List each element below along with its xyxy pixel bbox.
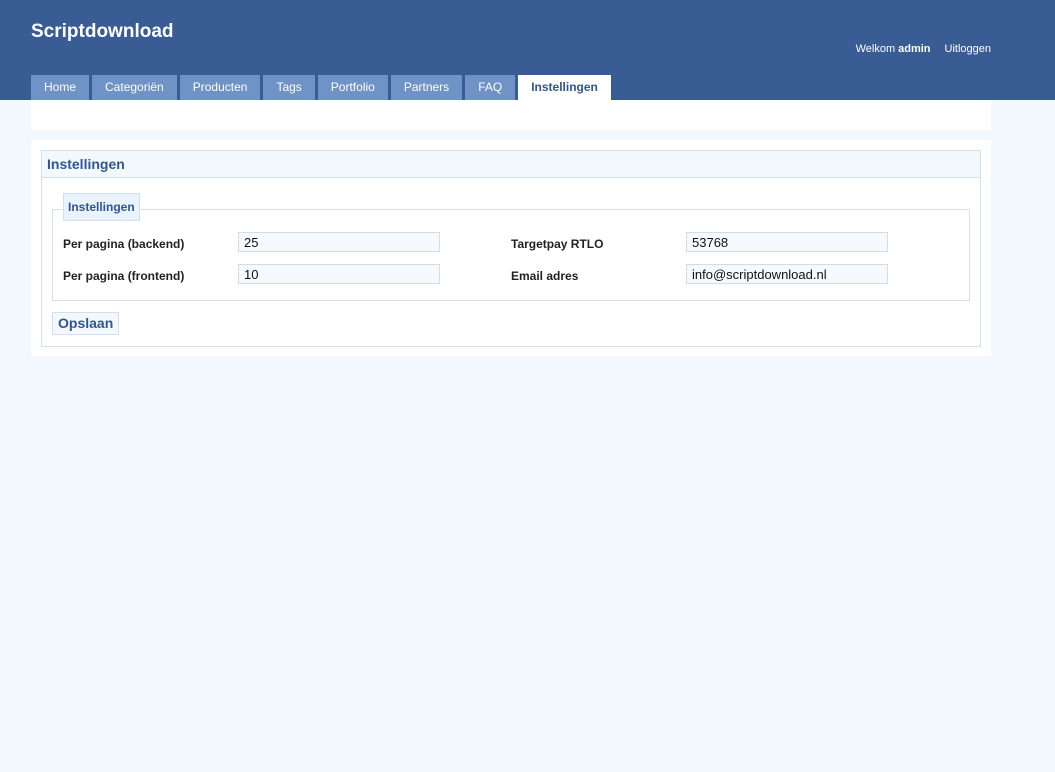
- per-page-backend-label: Per pagina (backend): [63, 237, 185, 251]
- per-page-backend-input[interactable]: [238, 232, 440, 252]
- tab-partners[interactable]: Partners: [390, 75, 463, 100]
- welcome-label: Welkom: [855, 43, 896, 55]
- tab-faq[interactable]: FAQ: [465, 75, 516, 100]
- email-address-label: Email adres: [511, 269, 579, 283]
- tab-portfolio[interactable]: Portfolio: [317, 75, 388, 100]
- content-area: Instellingen Instellingen Per pagina (ba…: [31, 140, 991, 356]
- tab-instellingen[interactable]: Instellingen: [518, 75, 611, 100]
- tab-categorien[interactable]: Categoriën: [92, 75, 177, 100]
- tab-tags[interactable]: Tags: [263, 75, 315, 100]
- per-page-frontend-label: Per pagina (frontend): [63, 269, 185, 283]
- user-area: Welkom admin Uitloggen: [856, 43, 991, 55]
- settings-fieldset: Instellingen Per pagina (backend) Per pa…: [52, 193, 970, 301]
- username: admin: [898, 43, 931, 55]
- main-nav-tabs: Home Categoriën Producten Tags Portfolio…: [31, 75, 614, 100]
- sub-navigation-bar: [31, 100, 991, 130]
- email-address-input[interactable]: [686, 264, 888, 284]
- targetpay-rtlo-label: Targetpay RTLO: [511, 237, 604, 251]
- save-button[interactable]: Opslaan: [52, 312, 120, 335]
- settings-panel: Instellingen Instellingen Per pagina (ba…: [41, 150, 981, 347]
- panel-title: Instellingen: [42, 151, 980, 178]
- fieldset-legend: Instellingen: [63, 193, 140, 221]
- tab-home[interactable]: Home: [31, 75, 90, 100]
- per-page-frontend-input[interactable]: [238, 264, 440, 284]
- app-title: Scriptdownload: [31, 21, 174, 42]
- tab-producten[interactable]: Producten: [179, 75, 261, 100]
- logout-link[interactable]: Uitloggen: [945, 43, 991, 55]
- header-bar: Scriptdownload Welkom admin Uitloggen Home…: [0, 0, 1055, 100]
- targetpay-rtlo-input[interactable]: [686, 232, 888, 252]
